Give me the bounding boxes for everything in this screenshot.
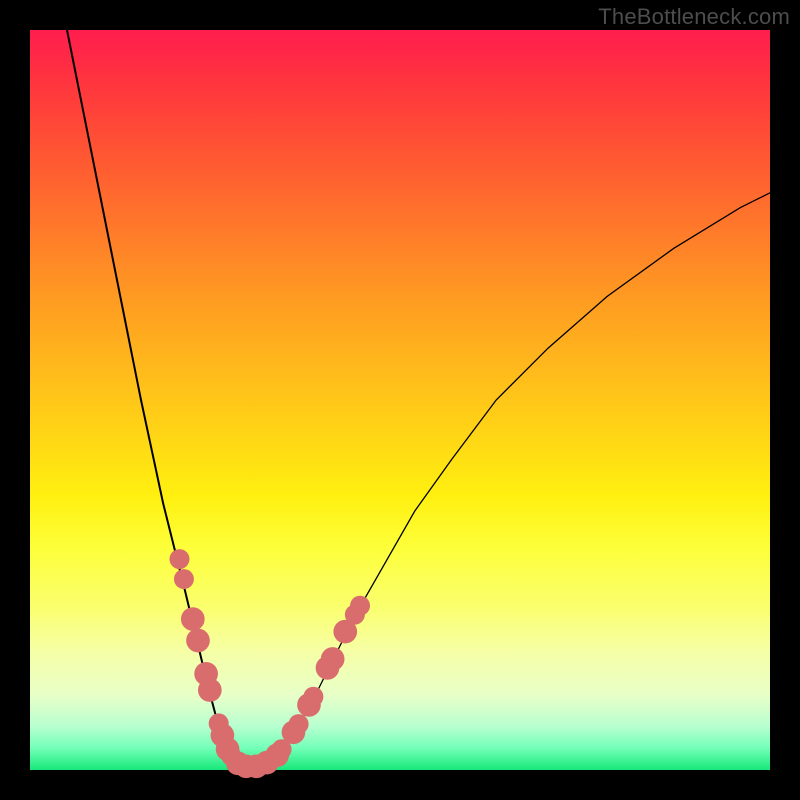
chart-svg bbox=[30, 30, 770, 770]
data-point-marker bbox=[181, 607, 205, 631]
data-point-marker bbox=[289, 714, 309, 734]
chart-frame: TheBottleneck.com bbox=[0, 0, 800, 800]
data-point-marker bbox=[350, 596, 370, 616]
data-point-marker bbox=[198, 678, 222, 702]
curve-right-arm bbox=[271, 193, 770, 763]
data-point-marker bbox=[169, 549, 189, 569]
curve-left-arm bbox=[67, 30, 236, 766]
marker-group bbox=[169, 549, 370, 778]
data-point-marker bbox=[303, 687, 323, 707]
watermark-text: TheBottleneck.com bbox=[598, 4, 790, 30]
data-point-marker bbox=[186, 629, 210, 653]
plot-area bbox=[30, 30, 770, 770]
data-point-marker bbox=[321, 647, 345, 671]
data-point-marker bbox=[174, 569, 194, 589]
